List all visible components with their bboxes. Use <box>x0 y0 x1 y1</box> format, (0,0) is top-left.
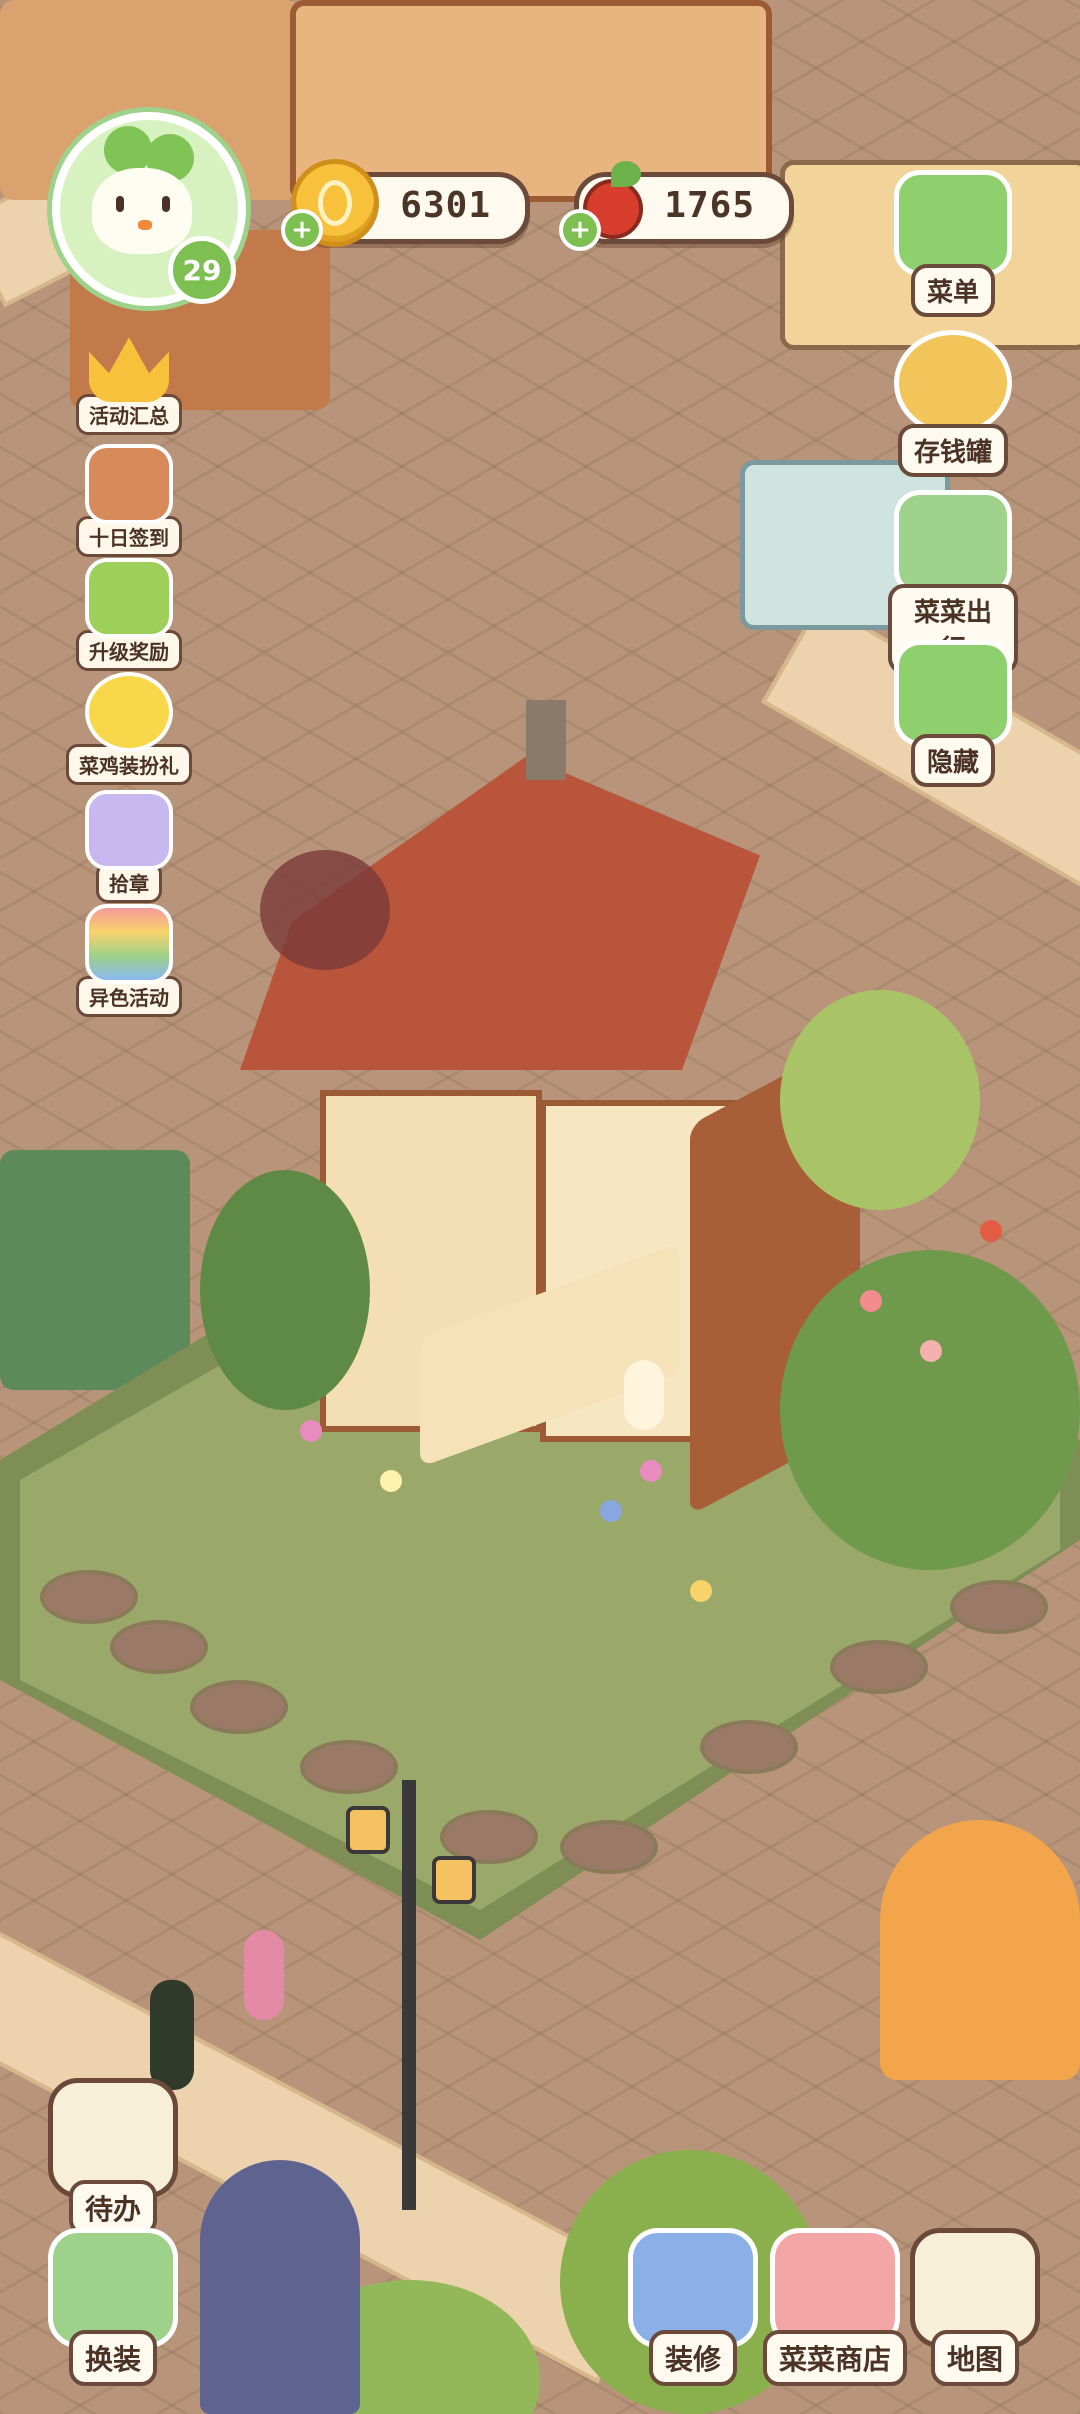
street-lamp <box>402 1780 416 2210</box>
renovate-label: 装修 <box>648 2330 737 2386</box>
flower <box>300 1420 322 1442</box>
lamp-light <box>432 1856 476 1904</box>
flower <box>690 1580 712 1602</box>
hide-ui-button[interactable]: 隐藏 <box>888 640 1018 787</box>
dress-up-button[interactable]: 换装 <box>38 2228 188 2386</box>
flowering-hedge-left <box>200 1170 370 1410</box>
level-badge: 29 <box>168 236 236 304</box>
hide-frame-icon <box>894 640 1012 746</box>
willow-tree[interactable] <box>780 990 980 1210</box>
stamps-button[interactable]: 拾章 <box>64 790 194 903</box>
character-pedestrian-green[interactable] <box>150 1980 194 2090</box>
stepping-stone <box>950 1580 1048 1634</box>
flower <box>600 1500 622 1522</box>
flower <box>920 1340 942 1362</box>
avatar-beak <box>138 220 152 230</box>
chimney <box>526 700 566 780</box>
coin-value: 6301 <box>400 185 491 226</box>
menu-button[interactable]: 菜单 <box>888 170 1018 317</box>
stepping-stone <box>110 1620 208 1674</box>
avatar-eye <box>116 196 124 212</box>
stepping-stone <box>830 1640 928 1694</box>
flower <box>380 1470 402 1492</box>
stepping-stone <box>700 1720 798 1774</box>
flowering-hedge-right <box>780 1250 1080 1570</box>
flower <box>860 1290 882 1312</box>
piggy-bank-icon <box>894 330 1012 436</box>
chick-outfit-gift-button[interactable]: 菜鸡装扮礼 <box>64 672 194 785</box>
piggy-bank-label: 存钱罐 <box>897 424 1008 477</box>
map-label: 地图 <box>930 2330 1019 2386</box>
ivy-roof <box>260 850 390 970</box>
shop-label: 菜菜商店 <box>762 2330 907 2386</box>
stepping-stone <box>190 1680 288 1734</box>
add-coins-button[interactable]: + <box>281 209 323 251</box>
level-up-arrows-icon <box>85 558 173 638</box>
stepping-stone <box>300 1740 398 1794</box>
dress-up-label: 换装 <box>68 2330 157 2386</box>
events-summary-button[interactable]: 活动汇总 <box>64 330 194 435</box>
piggy-bank-button[interactable]: 存钱罐 <box>888 330 1018 477</box>
rainbow-icon <box>85 904 173 984</box>
map-button[interactable]: 地图 <box>900 2228 1050 2386</box>
renovate-button[interactable]: 装修 <box>618 2228 768 2386</box>
stepping-stone <box>40 1570 138 1624</box>
wizard-statue <box>200 2160 360 2414</box>
crown-icon <box>89 337 169 402</box>
travel-leaf-icon <box>894 490 1012 596</box>
character-player[interactable] <box>624 1360 664 1430</box>
flower <box>640 1460 662 1482</box>
gift-pot-icon <box>85 444 173 524</box>
avatar-eye <box>162 196 170 212</box>
menu-list-icon <box>894 170 1012 276</box>
lamp-light <box>346 1806 390 1854</box>
todo-button[interactable]: 待办 <box>38 2078 188 2236</box>
add-radish-button[interactable]: + <box>559 209 601 251</box>
pavilion <box>0 1150 190 1390</box>
radish-chick-avatar-icon <box>92 168 192 254</box>
radish-leaf <box>611 161 641 187</box>
flower <box>980 1220 1002 1242</box>
character-pedestrian-pink[interactable] <box>244 1930 284 2020</box>
level-rewards-button[interactable]: 升级奖励 <box>64 558 194 671</box>
radish-value: 1765 <box>664 185 755 226</box>
stamp-bag-icon <box>85 790 173 870</box>
radish-counter[interactable]: + 1765 <box>559 161 794 251</box>
menu-label: 菜单 <box>910 264 995 317</box>
stepping-stone <box>560 1820 658 1874</box>
coin-counter[interactable]: + 6301 <box>281 159 530 251</box>
yellow-duck-icon <box>85 672 173 752</box>
leaf-icon <box>104 126 152 174</box>
shop-button[interactable]: 菜菜商店 <box>760 2228 910 2386</box>
ten-day-checkin-button[interactable]: 十日签到 <box>64 444 194 557</box>
hide-ui-label: 隐藏 <box>910 734 995 787</box>
pumpkin-building <box>880 1820 1080 2080</box>
shiny-event-button[interactable]: 异色活动 <box>64 904 194 1017</box>
